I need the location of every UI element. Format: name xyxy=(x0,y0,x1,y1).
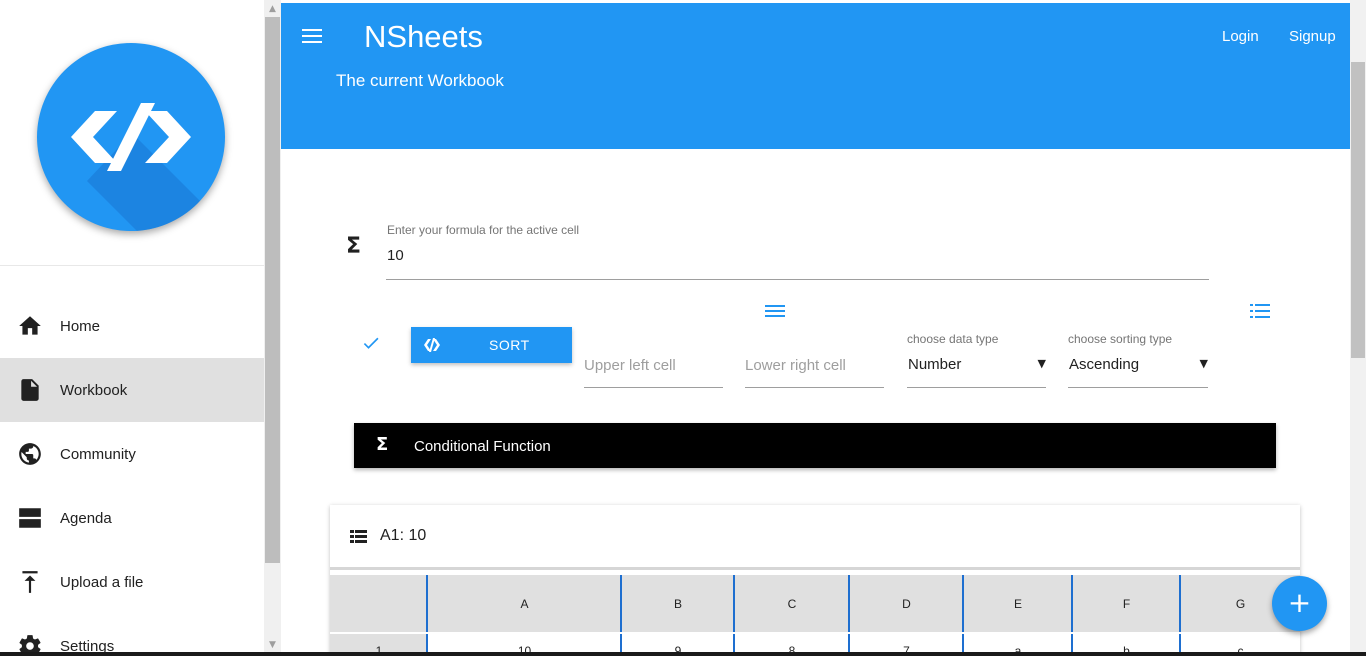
add-fab-button[interactable]: + xyxy=(1272,576,1327,631)
align-justify-icon[interactable] xyxy=(765,304,785,318)
spreadsheet-card: A1: 10 A B C D E F G 1 10 9 8 7 a b c xyxy=(330,505,1300,656)
globe-icon xyxy=(19,443,41,465)
column-header-row: A B C D E F G xyxy=(330,575,1300,632)
app-title: NSheets xyxy=(364,19,483,54)
lower-right-cell-input[interactable]: Lower right cell xyxy=(745,335,884,388)
sorting-type-label: choose sorting type xyxy=(1068,332,1173,346)
data-type-value: Number xyxy=(908,356,962,373)
file-icon xyxy=(21,379,39,401)
lower-right-cell-placeholder: Lower right cell xyxy=(745,357,846,374)
agenda-icon xyxy=(19,508,41,528)
sidebar-item-upload[interactable]: Upload a file xyxy=(0,550,264,614)
conditional-function-label: Conditional Function xyxy=(414,438,551,455)
column-header-f[interactable]: F xyxy=(1071,575,1180,632)
sidebar-item-agenda[interactable]: Agenda xyxy=(0,486,264,550)
sorting-type-value: Ascending xyxy=(1069,356,1140,373)
sidebar: Home Workbook Community Agenda Upload a … xyxy=(0,0,265,656)
check-icon[interactable] xyxy=(361,333,381,353)
dropdown-arrow-icon: ▼ xyxy=(1037,357,1046,370)
formula-input[interactable]: 10 xyxy=(387,247,404,264)
dropdown-arrow-icon: ▼ xyxy=(1199,357,1208,370)
app-header: NSheets The current Workbook Login Signu… xyxy=(281,3,1350,149)
upload-icon xyxy=(22,571,38,593)
sidebar-item-label: Workbook xyxy=(60,381,128,399)
sidebar-item-label: Upload a file xyxy=(60,573,144,591)
sidebar-item-workbook[interactable]: Workbook xyxy=(0,358,264,422)
column-header-c[interactable]: C xyxy=(733,575,849,632)
sigma-icon: Σ xyxy=(376,434,389,455)
formula-label: Enter your formula for the active cell xyxy=(387,223,580,237)
sigma-icon: Σ xyxy=(346,234,362,259)
page-subtitle: The current Workbook xyxy=(336,71,504,90)
logo-area xyxy=(0,0,264,266)
column-header-d[interactable]: D xyxy=(848,575,963,632)
sidebar-item-label: Home xyxy=(60,317,101,335)
sort-button-label: SORT xyxy=(489,337,530,353)
code-logo-icon xyxy=(71,103,222,231)
login-link[interactable]: Login xyxy=(1222,28,1259,45)
sidebar-item-settings[interactable]: Settings xyxy=(0,614,264,656)
menu-icon[interactable] xyxy=(302,28,322,44)
code-icon xyxy=(424,338,440,352)
list-icon xyxy=(350,530,367,543)
sort-button[interactable]: SORT xyxy=(411,327,572,363)
column-header-e[interactable]: E xyxy=(962,575,1072,632)
upper-left-cell-placeholder: Upper left cell xyxy=(584,357,676,374)
signup-link[interactable]: Signup xyxy=(1289,28,1336,45)
page-scrollbar-thumb[interactable] xyxy=(1351,62,1365,358)
sidebar-item-community[interactable]: Community xyxy=(0,422,264,486)
divider xyxy=(330,567,1300,570)
active-cell-display: A1: 10 xyxy=(380,527,427,544)
window-bottom-edge xyxy=(0,652,1366,656)
sidebar-item-home[interactable]: Home xyxy=(0,294,264,358)
sidebar-scrollbar-thumb[interactable] xyxy=(265,17,280,563)
sidebar-item-label: Agenda xyxy=(60,509,112,527)
list-icon[interactable] xyxy=(1250,303,1270,319)
conditional-function-bar[interactable]: Σ Conditional Function xyxy=(354,423,1276,468)
sidebar-nav: Home Workbook Community Agenda Upload a … xyxy=(0,294,264,656)
sorting-type-select[interactable]: choose sorting type Ascending ▼ xyxy=(1068,332,1208,388)
formula-underline xyxy=(386,279,1209,280)
corner-header-cell xyxy=(330,575,428,632)
app-logo xyxy=(37,43,225,231)
data-type-select[interactable]: choose data type Number ▼ xyxy=(907,332,1046,388)
main-content: NSheets The current Workbook Login Signu… xyxy=(281,0,1350,656)
column-header-a[interactable]: A xyxy=(426,575,621,632)
upper-left-cell-input[interactable]: Upper left cell xyxy=(584,335,723,388)
sidebar-item-label: Community xyxy=(60,445,136,463)
column-header-b[interactable]: B xyxy=(620,575,734,632)
scroll-up-arrow-icon[interactable]: ▲ xyxy=(264,1,281,18)
home-icon xyxy=(19,316,41,335)
data-type-label: choose data type xyxy=(907,332,999,346)
